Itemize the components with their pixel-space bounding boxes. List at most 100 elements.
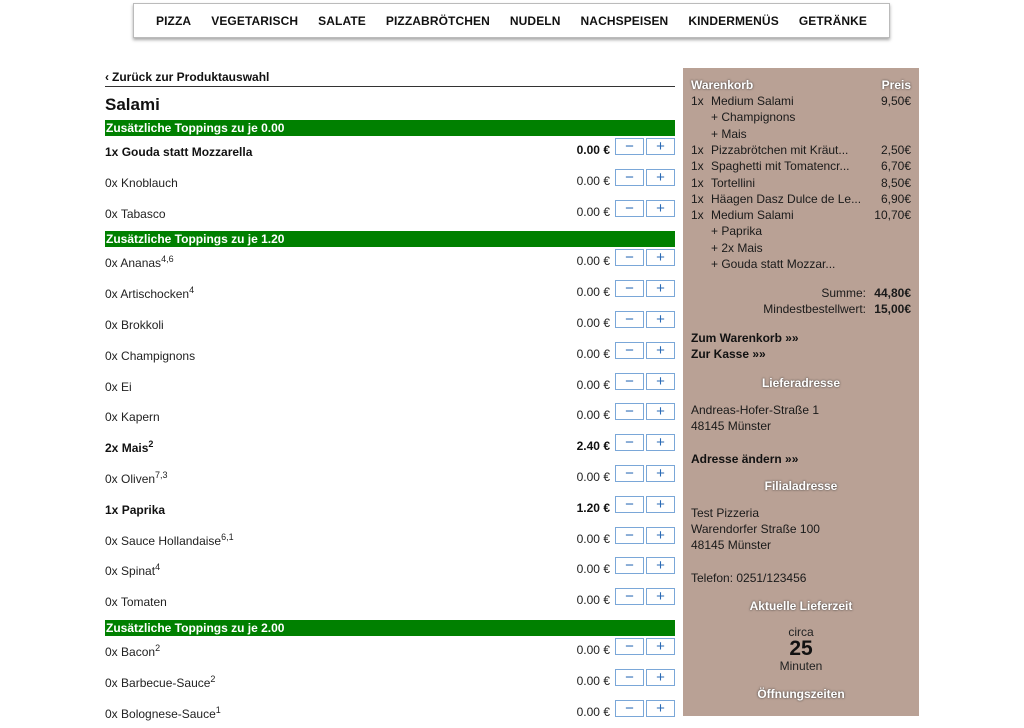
decrease-button[interactable]: −	[615, 637, 644, 655]
increase-button[interactable]: +	[646, 168, 675, 186]
increase-button[interactable]: +	[646, 249, 675, 267]
increase-button[interactable]: +	[646, 372, 675, 390]
increase-button[interactable]: +	[646, 668, 675, 686]
decrease-button[interactable]: −	[615, 372, 644, 390]
topping-sections: Zusätzliche Toppings zu je 0.00 1x Gouda …	[105, 120, 675, 728]
topping-price: 0.00 €	[576, 143, 610, 157]
cart-item-name: Pizzabrötchen mit Kräut...	[711, 143, 849, 158]
back-link-label: Zurück zur Produktauswahl	[112, 70, 270, 84]
to-checkout-link[interactable]: Zur Kasse »»	[691, 346, 911, 362]
quantity-stepper: − +	[615, 699, 675, 717]
topping-price: 0.00 €	[576, 254, 610, 269]
decrease-button[interactable]: −	[615, 668, 644, 686]
branch-name: Test Pizzeria	[691, 506, 760, 521]
topping-price: 0.00 €	[576, 531, 610, 546]
cart-item-price: 2,50€	[880, 143, 911, 158]
topping-qty: 0x	[105, 256, 118, 271]
increase-button[interactable]: +	[646, 526, 675, 544]
nav-item-vegetarisch[interactable]: VEGETARISCH	[211, 14, 298, 28]
nav-item-getränke[interactable]: GETRÄNKE	[799, 14, 867, 28]
topping-qty: 0x	[105, 410, 118, 425]
decrease-button[interactable]: −	[615, 403, 644, 421]
topping-qty: 0x	[105, 379, 118, 394]
decrease-button[interactable]: −	[615, 199, 644, 217]
topping-price: 0.00 €	[576, 173, 610, 188]
increase-button[interactable]: +	[646, 557, 675, 575]
decrease-button[interactable]: −	[615, 138, 644, 155]
product-config-panel: ‹ Zurück zur Produktauswahl Salami Zusätz…	[105, 68, 675, 728]
increase-button[interactable]: +	[646, 637, 675, 655]
topping-row: 0x Kapern 0.00 € − +	[105, 401, 675, 432]
quantity-stepper: − +	[615, 668, 675, 686]
change-address-link[interactable]: Adresse ändern »»	[691, 451, 911, 467]
topping-label: Oliven	[121, 471, 156, 486]
topping-row: 0x Barbecue-Sauce2 0.00 € − +	[105, 667, 675, 698]
increase-button[interactable]: +	[646, 138, 675, 155]
topping-label: Ananas	[120, 256, 162, 271]
increase-button[interactable]: +	[646, 588, 675, 606]
decrease-button[interactable]: −	[615, 588, 644, 606]
increase-button[interactable]: +	[646, 699, 675, 717]
cart-item-extra: + Champignons	[711, 110, 796, 125]
topping-row: 0x Ananas4,6 0.00 € − +	[105, 247, 675, 278]
increase-button[interactable]: +	[646, 464, 675, 482]
cart-item-name: Spaghetti mit Tomatencr...	[711, 159, 850, 174]
additive-footnote: 4,6	[161, 254, 174, 265]
to-cart-link[interactable]: Zum Warenkorb »»	[691, 330, 911, 346]
quantity-stepper: − +	[615, 495, 675, 513]
nav-item-kindermenüs[interactable]: KINDERMENÜS	[688, 14, 778, 28]
cart-item-extra: + Paprika	[711, 224, 763, 239]
delivery-minutes-value: 25	[789, 637, 813, 661]
cart-line-item: 1x Medium Salami 9,50€	[691, 93, 911, 109]
increase-button[interactable]: +	[646, 434, 675, 452]
decrease-button[interactable]: −	[615, 280, 644, 298]
topping-row: 0x Tomaten 0.00 € − +	[105, 586, 675, 617]
decrease-button[interactable]: −	[615, 464, 644, 482]
cart-item-price: 6,70€	[880, 159, 911, 174]
additive-footnote: 2	[148, 439, 154, 450]
topping-price: 0.00 €	[576, 642, 610, 657]
additive-footnote: 4	[155, 562, 161, 573]
nav-item-salate[interactable]: SALATE	[318, 14, 366, 28]
decrease-button[interactable]: −	[615, 557, 644, 575]
topping-label: Mais	[121, 441, 149, 456]
cart-item-qty: 1x	[691, 94, 704, 109]
nav-item-pizza[interactable]: PIZZA	[156, 14, 191, 28]
increase-button[interactable]: +	[646, 495, 675, 513]
branch-phone: Telefon: 0251/123456	[691, 571, 807, 586]
decrease-button[interactable]: −	[615, 249, 644, 267]
decrease-button[interactable]: −	[615, 699, 644, 717]
topping-price: 2.40 €	[576, 439, 610, 454]
topping-qty: 0x	[105, 595, 118, 610]
decrease-button[interactable]: −	[615, 168, 644, 186]
decrease-button[interactable]: −	[615, 341, 644, 359]
topping-name: 0x Tomaten	[105, 595, 167, 609]
nav-item-pizzabrötchen[interactable]: PIZZABRÖTCHEN	[386, 14, 490, 28]
cart-item-extra: + Gouda statt Mozzar...	[711, 256, 836, 271]
increase-button[interactable]: +	[646, 199, 675, 217]
nav-item-nachspeisen[interactable]: NACHSPEISEN	[581, 14, 669, 28]
decrease-button[interactable]: −	[615, 495, 644, 513]
cart-item-name: Medium Salami	[711, 208, 794, 223]
topping-label: Gouda statt Mozzarella	[121, 145, 253, 159]
increase-button[interactable]: +	[646, 403, 675, 421]
topping-label: Kapern	[121, 410, 160, 425]
back-to-products-link[interactable]: ‹ Zurück zur Produktauswahl	[105, 68, 675, 85]
topping-qty: 0x	[105, 644, 118, 659]
quantity-stepper: − +	[615, 637, 675, 655]
decrease-button[interactable]: −	[615, 434, 644, 452]
quantity-stepper: − +	[615, 138, 675, 155]
decrease-button[interactable]: −	[615, 526, 644, 544]
topping-row: 0x Sauce Hollandaise6,1 0.00 € − +	[105, 525, 675, 556]
increase-button[interactable]: +	[646, 280, 675, 298]
topping-price: 0.00 €	[576, 346, 610, 361]
decrease-button[interactable]: −	[615, 310, 644, 328]
topping-label: Spinat	[121, 564, 156, 579]
increase-button[interactable]: +	[646, 310, 675, 328]
increase-button[interactable]: +	[646, 341, 675, 359]
topping-label: Knoblauch	[121, 175, 178, 190]
cart-item-qty: 1x	[691, 191, 704, 206]
quantity-stepper: − +	[615, 526, 675, 544]
nav-item-nudeln[interactable]: NUDELN	[510, 14, 561, 28]
quantity-stepper: − +	[615, 464, 675, 482]
